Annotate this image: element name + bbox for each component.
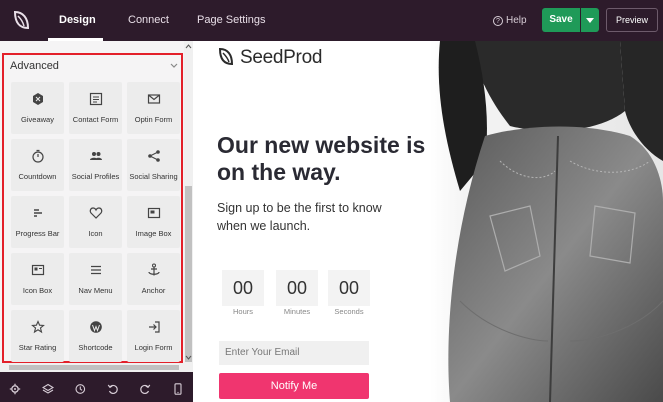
block-label: Optin Form [134, 115, 173, 124]
page-subheadline: Sign up to be the first to know when we … [217, 201, 382, 233]
countdown-minutes-label: Minutes [283, 307, 311, 316]
block-login-form[interactable]: Login Form [127, 310, 180, 362]
sidebar-scroll-thumb[interactable] [185, 186, 192, 362]
scroll-up-icon[interactable] [185, 43, 192, 50]
save-button[interactable]: Save [542, 8, 580, 32]
block-label: Progress Bar [15, 229, 60, 238]
image-box-icon [147, 207, 160, 219]
page-headline: Our new website is on the way. [217, 132, 426, 185]
block-label: Anchor [141, 286, 166, 295]
help-link[interactable]: ? Help [493, 0, 527, 41]
mobile-preview-icon[interactable] [172, 383, 184, 395]
block-label: Star Rating [18, 343, 57, 352]
countdown-minutes-value: 00 [276, 270, 318, 306]
share-icon [147, 150, 160, 162]
wordpress-icon [89, 321, 102, 333]
block-optin-form[interactable]: Optin Form [127, 82, 180, 134]
chevron-down-icon[interactable] [169, 60, 179, 70]
block-countdown[interactable]: Countdown [11, 139, 64, 191]
block-label: Icon Box [22, 286, 53, 295]
block-star-rating[interactable]: Star Rating [11, 310, 64, 362]
contact-form-icon [89, 92, 102, 106]
block-label: Shortcode [78, 343, 113, 352]
giveaway-icon [32, 93, 43, 105]
block-image-box[interactable]: Image Box [127, 196, 180, 248]
bottom-toolbar [0, 372, 193, 402]
block-social-profiles[interactable]: Social Profiles [69, 139, 122, 191]
tab-connect[interactable]: Connect [128, 0, 169, 41]
menu-icon [90, 265, 101, 275]
progress-bar-icon [33, 209, 42, 217]
countdown-hours-value: 00 [222, 270, 264, 306]
block-nav-menu[interactable]: Nav Menu [69, 253, 122, 305]
users-icon [89, 152, 102, 160]
block-social-sharing[interactable]: Social Sharing [127, 139, 180, 191]
envelope-icon [147, 94, 160, 104]
block-icon-box[interactable]: Icon Box [11, 253, 64, 305]
seedprod-brand-logo-icon [218, 47, 234, 66]
login-icon [148, 321, 160, 333]
block-giveaway[interactable]: Giveaway [11, 82, 64, 134]
help-label: Help [506, 15, 527, 26]
block-label: Contact Form [72, 115, 119, 124]
redo-icon[interactable] [139, 383, 151, 395]
block-label: Social Sharing [129, 172, 178, 181]
hero-photo-image [430, 41, 663, 402]
advanced-section-title[interactable]: Advanced [10, 60, 59, 72]
block-label: Nav Menu [78, 286, 113, 295]
tab-design[interactable]: Design [59, 0, 96, 41]
undo-icon[interactable] [107, 383, 119, 395]
heart-icon [89, 207, 102, 219]
block-progress-bar[interactable]: Progress Bar [11, 196, 64, 248]
save-options-dropdown[interactable] [581, 8, 599, 32]
star-icon [30, 320, 45, 334]
horizontal-scroll-thumb[interactable] [9, 365, 179, 370]
icon-box-icon [31, 264, 44, 276]
countdown-seconds-label: Seconds [334, 307, 364, 316]
block-shortcode[interactable]: Shortcode [69, 310, 122, 362]
block-label: Giveaway [21, 115, 54, 124]
tab-page-settings[interactable]: Page Settings [197, 0, 266, 41]
gear-icon[interactable] [9, 383, 21, 395]
layers-icon[interactable] [42, 383, 54, 395]
block-label: Countdown [18, 172, 57, 181]
block-contact-form[interactable]: Contact Form [69, 82, 122, 134]
email-field[interactable]: Enter Your Email [219, 341, 369, 365]
block-label: Image Box [135, 229, 172, 238]
anchor-icon [147, 263, 160, 276]
preview-button[interactable]: Preview [606, 8, 658, 32]
block-icon[interactable]: Icon [69, 196, 122, 248]
block-anchor[interactable]: Anchor [127, 253, 180, 305]
help-icon: ? [493, 16, 503, 26]
history-icon[interactable] [74, 383, 86, 395]
notify-me-button[interactable]: Notify Me [219, 373, 369, 399]
stopwatch-icon [31, 149, 44, 163]
countdown-seconds-value: 00 [328, 270, 370, 306]
brand-name: SeedProd [240, 47, 323, 68]
scroll-down-icon[interactable] [185, 354, 192, 361]
block-label: Icon [88, 229, 103, 238]
block-label: Social Profiles [71, 172, 120, 181]
countdown-hours-label: Hours [232, 307, 253, 316]
block-label: Login Form [134, 343, 173, 352]
seedprod-logo-icon[interactable] [12, 9, 32, 31]
